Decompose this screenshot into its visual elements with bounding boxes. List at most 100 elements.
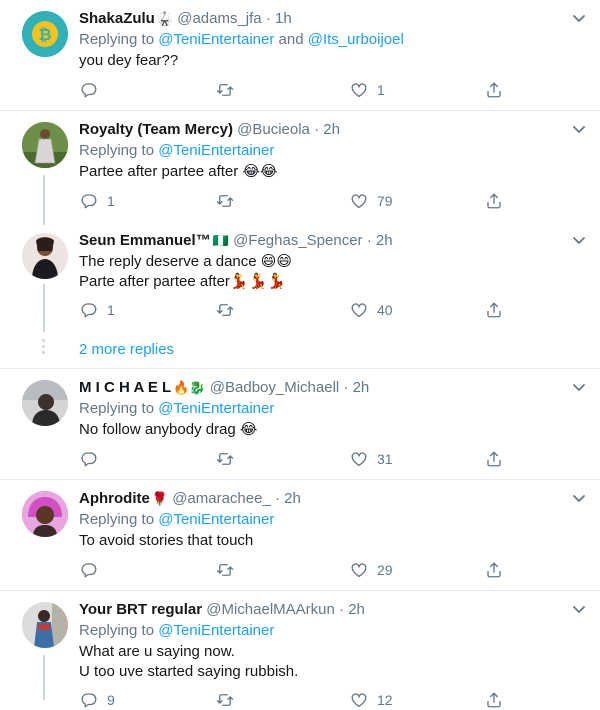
like-button[interactable]: 29 bbox=[350, 560, 393, 580]
author-handle[interactable]: @Bucieola bbox=[237, 121, 310, 138]
tweet-text-line: No follow anybody drag 😂 bbox=[79, 421, 258, 438]
author-name[interactable]: ShakaZulu bbox=[79, 10, 155, 27]
mention-link[interactable]: @TeniEntertainer bbox=[158, 400, 274, 417]
retweet-button[interactable] bbox=[216, 300, 243, 320]
timestamp[interactable]: 2h bbox=[323, 121, 340, 138]
mention-link[interactable]: @Its_urboijoel bbox=[308, 31, 404, 48]
reply-icon bbox=[80, 301, 98, 319]
avatar[interactable] bbox=[22, 491, 68, 537]
author-handle[interactable]: @Badboy_Michaell bbox=[210, 379, 339, 396]
author-name[interactable]: Royalty (Team Mercy) bbox=[79, 121, 233, 138]
author-handle[interactable]: @MichaelMAArkun bbox=[206, 601, 335, 618]
reply-button[interactable] bbox=[80, 560, 107, 580]
share-button[interactable] bbox=[485, 560, 503, 580]
like-count: 1 bbox=[377, 82, 385, 98]
avatar[interactable] bbox=[22, 602, 68, 648]
share-button[interactable] bbox=[485, 300, 503, 320]
timestamp[interactable]: 1h bbox=[275, 10, 292, 27]
timestamp[interactable]: 2h bbox=[284, 490, 301, 507]
avatar[interactable] bbox=[22, 122, 68, 168]
reply-button[interactable] bbox=[80, 449, 107, 469]
retweet-icon bbox=[216, 691, 234, 709]
mention-link[interactable]: @TeniEntertainer bbox=[158, 622, 274, 639]
share-button[interactable] bbox=[485, 80, 503, 100]
thread-line bbox=[43, 655, 45, 700]
like-count: 40 bbox=[377, 302, 393, 318]
reply-button[interactable] bbox=[80, 80, 107, 100]
like-button[interactable]: 40 bbox=[350, 300, 393, 320]
reply-count: 1 bbox=[107, 193, 115, 209]
like-button[interactable]: 31 bbox=[350, 449, 393, 469]
tweet-header: ShakaZulu 🥋 @adams_jfa · 1h bbox=[79, 10, 292, 28]
separator-dot: · bbox=[339, 601, 345, 618]
reply-button[interactable]: 1 bbox=[80, 191, 115, 211]
share-icon bbox=[485, 691, 503, 709]
author-name[interactable]: M I C H A E L bbox=[79, 379, 171, 396]
tweet-text-line: you dey fear?? bbox=[79, 52, 179, 69]
replying-to-label: Replying to bbox=[79, 31, 155, 48]
tweet-text-line: U too uve started saying rubbish. bbox=[79, 663, 299, 680]
mention-link[interactable]: @TeniEntertainer bbox=[158, 511, 274, 528]
author-handle[interactable]: @Feghas_Spencer bbox=[233, 232, 362, 249]
share-button[interactable] bbox=[485, 191, 503, 211]
reply-count: 9 bbox=[107, 692, 115, 708]
retweet-button[interactable] bbox=[216, 449, 243, 469]
like-count: 12 bbox=[377, 692, 393, 708]
chevron-down-icon[interactable] bbox=[572, 494, 586, 504]
avatar[interactable] bbox=[22, 233, 68, 279]
like-count: 79 bbox=[377, 193, 393, 209]
heart-icon bbox=[350, 301, 368, 319]
author-handle[interactable]: @amarachee_ bbox=[172, 490, 271, 507]
retweet-icon bbox=[216, 192, 234, 210]
author-name[interactable]: Aphrodite bbox=[79, 490, 150, 507]
retweet-button[interactable] bbox=[216, 80, 243, 100]
tweet[interactable]: Royalty (Team Mercy) @Bucieola · 2h Repl… bbox=[0, 111, 600, 225]
share-button[interactable] bbox=[485, 449, 503, 469]
and-label: and bbox=[278, 31, 304, 48]
like-button[interactable]: 12 bbox=[350, 690, 393, 710]
thread-line bbox=[43, 175, 45, 225]
tweet[interactable]: ₿ ShakaZulu 🥋 @adams_jfa · 1h Replying to… bbox=[0, 0, 600, 110]
tweet-text-line: Parte after partee after💃💃💃 bbox=[79, 273, 286, 290]
author-handle[interactable]: @adams_jfa bbox=[177, 10, 261, 27]
tweet[interactable]: M I C H A E L 🔥🐉 @Badboy_Michaell · 2h Re… bbox=[0, 369, 600, 479]
heart-icon bbox=[350, 81, 368, 99]
chevron-down-icon[interactable] bbox=[572, 14, 586, 24]
reply-button[interactable]: 1 bbox=[80, 300, 115, 320]
tweet[interactable]: Your BRT regular @MichaelMAArkun · 2h Re… bbox=[0, 591, 600, 708]
tweet-header: Seun Emmanuel™ 🇳🇬 @Feghas_Spencer · 2h bbox=[79, 232, 393, 250]
mention-link[interactable]: @TeniEntertainer bbox=[158, 31, 274, 48]
author-name[interactable]: Your BRT regular bbox=[79, 601, 202, 618]
tweet-text: What are u saying now. U too uve started… bbox=[79, 642, 298, 682]
more-replies-link[interactable]: 2 more replies bbox=[79, 341, 174, 358]
like-button[interactable]: 79 bbox=[350, 191, 393, 211]
chevron-down-icon[interactable] bbox=[572, 236, 586, 246]
timestamp[interactable]: 2h bbox=[353, 379, 370, 396]
chevron-down-icon[interactable] bbox=[572, 383, 586, 393]
retweet-button[interactable] bbox=[216, 560, 243, 580]
share-button[interactable] bbox=[485, 690, 503, 710]
heart-icon bbox=[350, 561, 368, 579]
reply-icon bbox=[80, 691, 98, 709]
heart-icon bbox=[350, 691, 368, 709]
tweet[interactable]: Aphrodite 🌹 @amarachee_ · 2h Replying to … bbox=[0, 480, 600, 590]
author-name[interactable]: Seun Emmanuel™ bbox=[79, 232, 211, 249]
thread-line bbox=[43, 284, 45, 332]
tweet-header: Your BRT regular @MichaelMAArkun · 2h bbox=[79, 601, 365, 619]
avatar[interactable]: ₿ bbox=[22, 11, 68, 57]
mention-link[interactable]: @TeniEntertainer bbox=[158, 142, 274, 159]
avatar[interactable] bbox=[22, 380, 68, 426]
tweet-header: Aphrodite 🌹 @amarachee_ · 2h bbox=[79, 490, 301, 508]
chevron-down-icon[interactable] bbox=[572, 125, 586, 135]
timestamp[interactable]: 2h bbox=[348, 601, 365, 618]
tweet-header: Royalty (Team Mercy) @Bucieola · 2h bbox=[79, 121, 340, 139]
retweet-button[interactable] bbox=[216, 191, 243, 211]
timestamp[interactable]: 2h bbox=[376, 232, 393, 249]
reply-button[interactable]: 9 bbox=[80, 690, 115, 710]
chevron-down-icon[interactable] bbox=[572, 605, 586, 615]
replying-to-label: Replying to bbox=[79, 142, 155, 159]
like-button[interactable]: 1 bbox=[350, 80, 385, 100]
like-count: 29 bbox=[377, 562, 393, 578]
tweet[interactable]: Seun Emmanuel™ 🇳🇬 @Feghas_Spencer · 2h Th… bbox=[0, 222, 600, 332]
retweet-button[interactable] bbox=[216, 690, 243, 710]
